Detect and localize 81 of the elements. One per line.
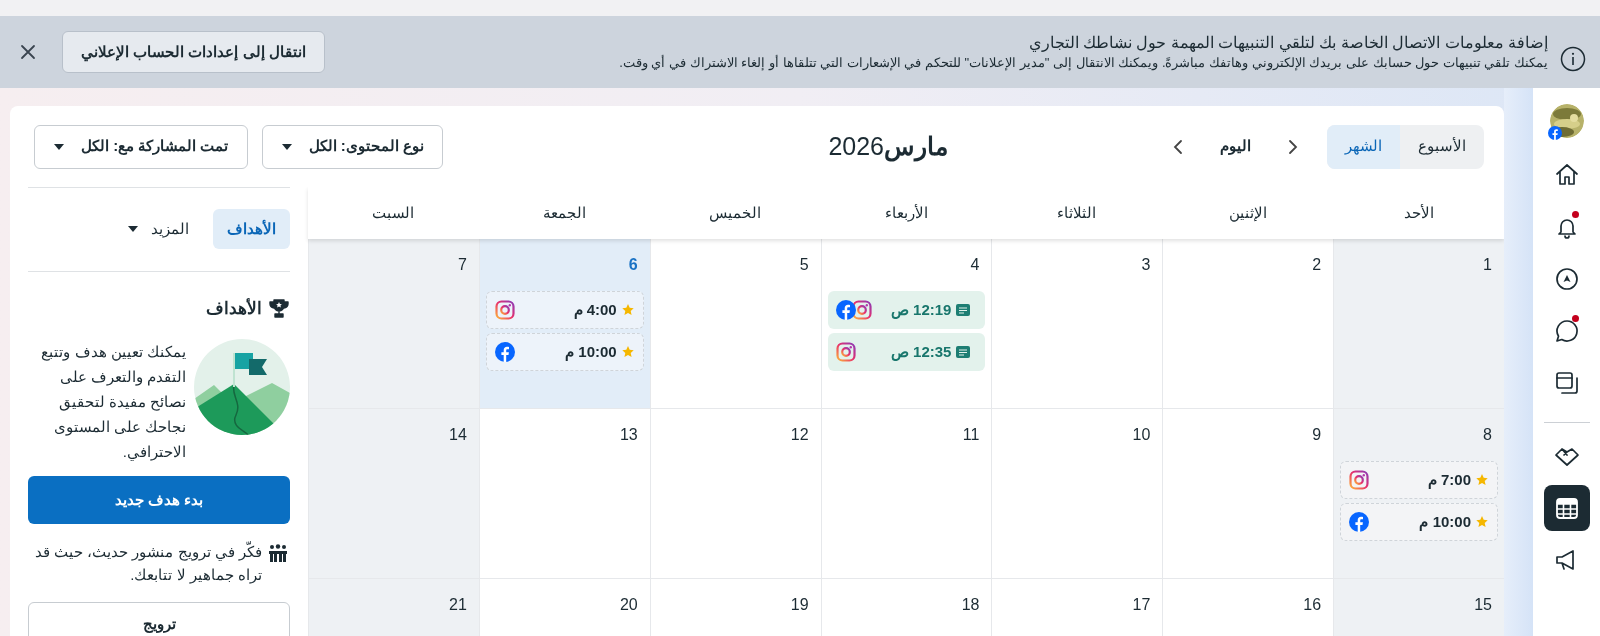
account-settings-button[interactable]: انتقال إلى إعدادات الحساب الإعلاني	[62, 31, 325, 73]
post-time: 4:00 م	[573, 299, 617, 321]
day-number: 9	[1311, 425, 1323, 445]
day-number: 14	[448, 425, 468, 445]
day-number: 10	[1131, 425, 1152, 445]
day-cell[interactable]: 9	[1162, 409, 1334, 579]
day-number: 1	[1482, 255, 1493, 275]
star-icon	[1475, 473, 1489, 487]
star-icon	[620, 303, 635, 317]
day-number: 20	[618, 595, 639, 615]
weekday-label: الثلاثاء	[1057, 202, 1097, 223]
day-cell[interactable]: 5	[649, 239, 821, 409]
panel-tab[interactable]: الأهداف	[213, 209, 290, 250]
panel-tab[interactable]: المزيد	[113, 209, 203, 250]
filter-dropdown[interactable]: تمت المشاركة مع: الكل	[34, 124, 248, 169]
day-number: 3	[1140, 255, 1152, 275]
day-number: 18	[960, 595, 981, 615]
star-icon	[620, 345, 635, 359]
suggested-post[interactable]: 10:00 م	[1340, 503, 1498, 541]
day-number: 15	[1473, 595, 1493, 615]
caret-icon	[280, 141, 293, 152]
day-cell[interactable]: 12	[649, 409, 821, 579]
day-number: 8	[1482, 425, 1493, 445]
suggested-post[interactable]: 7:00 م	[1340, 461, 1498, 499]
weekday-label: الإثنين	[1228, 202, 1267, 224]
info-icon	[1560, 46, 1586, 72]
day-cell[interactable]: 13	[478, 409, 650, 579]
banner-message: يمكنك تلقي تنبيهات حول حسابك على بريدك الإلكتروني وهاتفك مباشرةً. ويمكنك الانتقال إلى "مدير الإعلانات" للتحكم في الإشعارات التي تتلقاها أو إلغاء الاشتراك في أي وقت.	[618, 55, 1548, 71]
day-cell[interactable]: 21	[308, 579, 479, 636]
day-number: 21	[448, 595, 468, 615]
goals-description: يمكنك تعيين هدف وتتبع التقدم والتعرف على نصائح مفيدة لتحقيق نجاحك على المستوى الاحترافي.	[40, 342, 186, 463]
people-icon	[268, 543, 288, 563]
weekday-label: الأحد	[1403, 202, 1434, 223]
suggested-post[interactable]: 10:00 م	[485, 333, 644, 371]
new-goal-button[interactable]: بدء هدف جديد	[28, 476, 290, 524]
published-post[interactable]: 12:19 ص	[827, 291, 986, 329]
day-number: 7	[456, 255, 468, 275]
day-number: 2	[1311, 255, 1323, 275]
post-time: 10:00 م	[565, 341, 617, 363]
calendar-tab[interactable]	[1543, 485, 1590, 531]
document-icon	[955, 302, 972, 318]
caret-icon	[53, 141, 65, 152]
promotion-tip: فكّر في ترويج منشور حديث، حيث قد تراه جماهير لا تتابعك.	[34, 540, 262, 586]
day-number: 4	[969, 255, 981, 275]
day-number: 6	[627, 255, 639, 275]
weekday-label: الجمعة	[542, 202, 586, 223]
post-time: 12:35 ص	[890, 341, 952, 363]
day-cell[interactable]: 2	[1162, 239, 1334, 409]
post-time: 7:00 م	[1427, 469, 1471, 491]
day-number: 17	[1131, 595, 1152, 615]
day-number: 13	[618, 425, 639, 445]
post-time: 10:00 م	[1419, 511, 1471, 533]
star-icon	[1475, 515, 1489, 529]
trophy-icon	[268, 297, 290, 320]
filter-dropdown[interactable]: نوع المحتوى: الكل	[261, 124, 443, 169]
view-tab[interactable]: الشهر	[1327, 124, 1400, 169]
weekday-label: الخميس	[709, 202, 762, 224]
weekday-label: الأربعاء	[884, 202, 928, 224]
banner-title: إضافة معلومات الاتصال الخاصة بك لتلقي التنبيهات المهمة حول نشاطك التجاري	[1027, 33, 1548, 53]
day-number: 12	[789, 425, 810, 445]
weekday-label: السبت	[372, 202, 415, 223]
today-button[interactable]: اليوم	[1190, 135, 1281, 158]
day-cell[interactable]: 15	[1333, 579, 1504, 636]
day-cell[interactable]: 1	[1333, 239, 1504, 409]
facebook-icon	[1547, 126, 1562, 140]
post-time: 12:19 ص	[890, 299, 952, 321]
day-cell[interactable]: 3	[991, 239, 1163, 409]
view-tab[interactable]: الأسبوع	[1400, 124, 1484, 169]
day-cell[interactable]: 10	[991, 409, 1163, 579]
day-number: 19	[789, 595, 810, 615]
section-heading: الأهداف	[206, 297, 262, 320]
day-number: 11	[961, 425, 981, 445]
day-number: 16	[1302, 595, 1323, 615]
day-number: 5	[798, 255, 810, 275]
day-cell[interactable]: 11	[820, 409, 992, 579]
suggested-post[interactable]: 4:00 م	[485, 291, 644, 329]
day-cell[interactable]: 14	[308, 409, 479, 579]
published-post[interactable]: 12:35 ص	[827, 333, 986, 371]
day-cell[interactable]: 7	[308, 239, 479, 409]
promote-button[interactable]: ترويج	[28, 602, 290, 636]
document-icon	[955, 344, 972, 360]
